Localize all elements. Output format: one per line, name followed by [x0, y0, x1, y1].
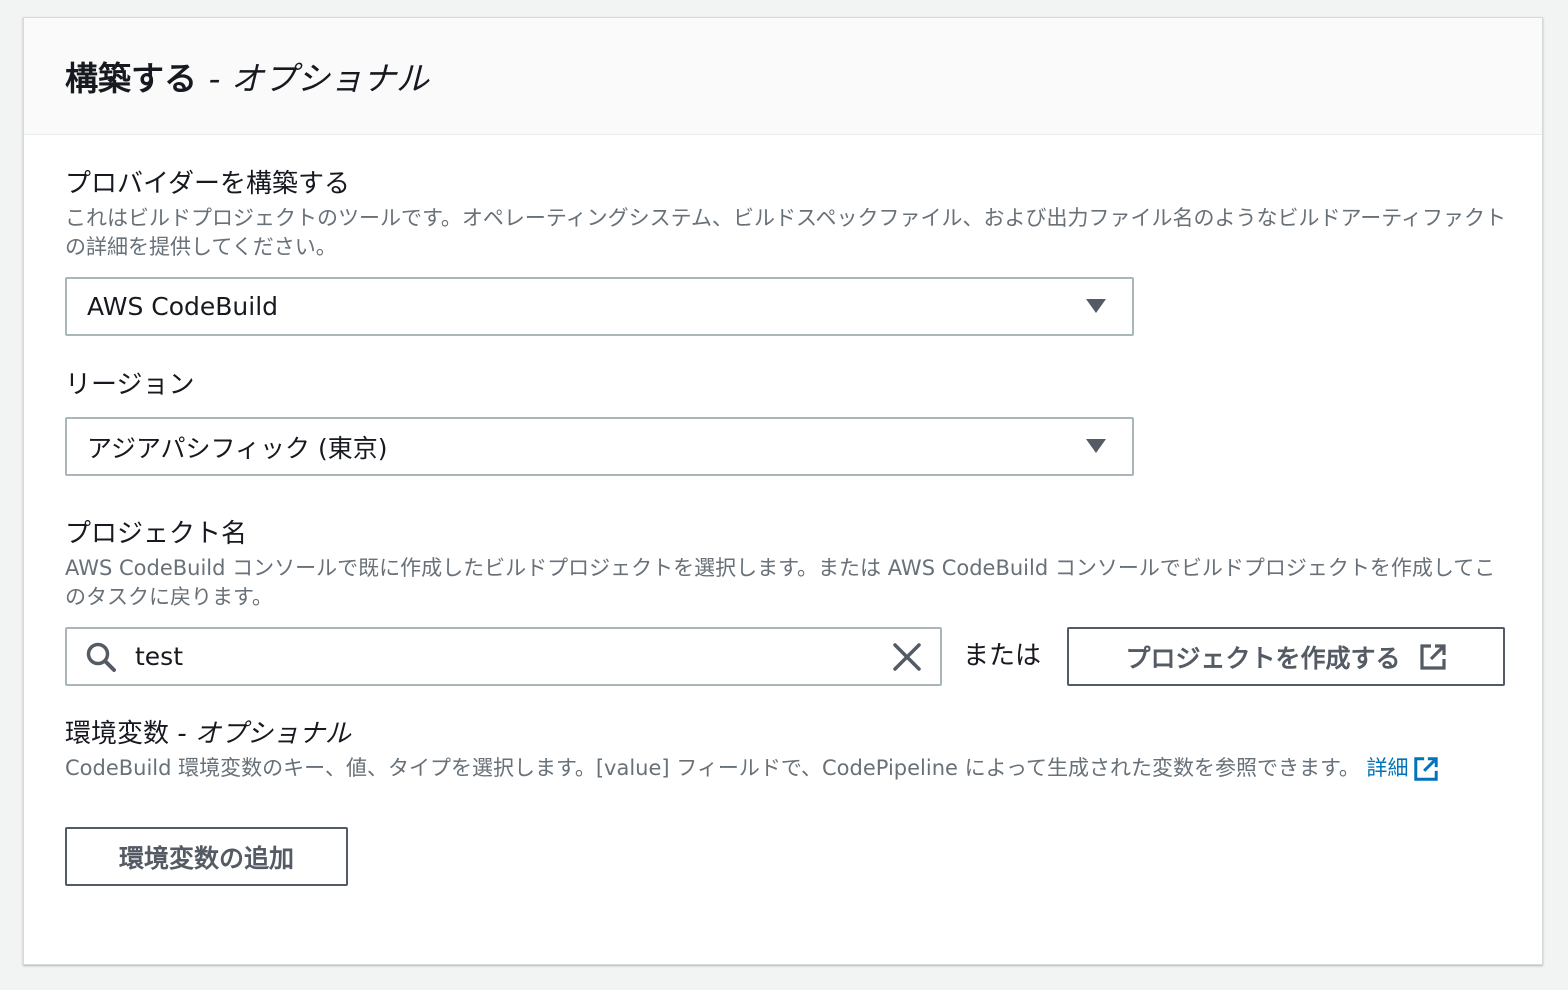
- panel-title-text: 構築する: [65, 59, 197, 98]
- build-stage-panel: 構築する - オプショナル プロバイダーを構築する これはビルドプロジェクトのツ…: [23, 17, 1543, 965]
- project-search-value: test: [135, 642, 184, 671]
- region-label: リージョン: [65, 370, 195, 400]
- add-env-variable-button[interactable]: 環境変数の追加: [65, 827, 348, 886]
- external-link-icon: [1413, 756, 1438, 781]
- create-project-label: プロジェクトを作成する: [1125, 643, 1401, 673]
- env-description: CodeBuild 環境変数のキー、値、タイプを選択します。[value] フィ…: [65, 754, 1510, 783]
- region-field: リージョン: [65, 369, 194, 401]
- caret-down-icon: [1086, 439, 1106, 453]
- env-description-text: CodeBuild 環境変数のキー、値、タイプを選択します。[value] フィ…: [65, 756, 1360, 780]
- create-project-button[interactable]: プロジェクトを作成する: [1067, 627, 1505, 686]
- env-label-text: 環境変数: [65, 719, 170, 749]
- env-label: 環境変数 - オプショナル: [65, 718, 1510, 750]
- or-text: または: [963, 641, 1042, 671]
- panel-title-optional: - オプショナル: [208, 59, 429, 98]
- add-env-variable-label: 環境変数の追加: [118, 843, 294, 873]
- project-label: プロジェクト名: [65, 519, 248, 549]
- project-search-input[interactable]: test: [65, 627, 942, 686]
- details-link-text[interactable]: 詳細: [1367, 754, 1409, 783]
- search-icon: [86, 642, 116, 672]
- region-select-value: アジアパシフィック (東京): [87, 433, 388, 463]
- project-field: プロジェクト名 AWS CodeBuild コンソールで既に作成したビルドプロジ…: [65, 518, 1510, 612]
- close-icon[interactable]: [892, 642, 922, 672]
- project-description: AWS CodeBuild コンソールで既に作成したビルドプロジェクトを選択しま…: [65, 556, 1496, 609]
- region-select[interactable]: アジアパシフィック (東京): [65, 417, 1134, 476]
- provider-description: これはビルドプロジェクトのツールです。オペレーティングシステム、ビルドスペックフ…: [65, 206, 1507, 259]
- provider-select[interactable]: AWS CodeBuild: [65, 277, 1134, 336]
- env-label-optional: - オプショナル: [177, 719, 351, 749]
- external-link-icon: [1419, 643, 1446, 670]
- panel-header: 構築する - オプショナル: [24, 18, 1542, 135]
- caret-down-icon: [1086, 299, 1106, 313]
- provider-select-value: AWS CodeBuild: [87, 292, 279, 321]
- env-field: 環境変数 - オプショナル CodeBuild 環境変数のキー、値、タイプを選択…: [65, 718, 1510, 783]
- panel-title: 構築する - オプショナル: [65, 52, 429, 100]
- provider-label: プロバイダーを構築する: [65, 169, 350, 199]
- details-link[interactable]: 詳細: [1367, 754, 1439, 783]
- provider-field: プロバイダーを構築する これはビルドプロジェクトのツールです。オペレーティングシ…: [65, 168, 1510, 262]
